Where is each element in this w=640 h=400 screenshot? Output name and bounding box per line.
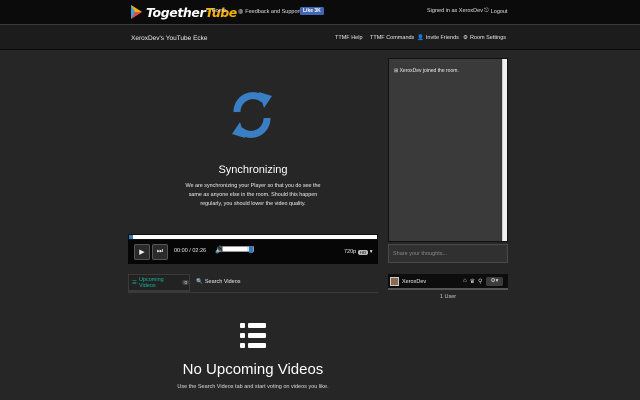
sync-icon [232, 92, 272, 138]
empty-state-text: Use the Search Videos tab and start voti… [177, 384, 329, 390]
ttmf-commands-link[interactable]: TTMF Commands [370, 35, 414, 41]
chat-scrollbar[interactable] [502, 59, 507, 241]
list-large-icon [240, 323, 266, 348]
volume-handle[interactable] [249, 246, 253, 253]
room-header: XeroxDev's YouTube Ecke TTMF Help TTMF C… [0, 24, 640, 50]
avatar [390, 277, 399, 286]
sync-description: We are synchronizing your Player so that… [185, 183, 321, 207]
user-count: 1 User [439, 294, 457, 300]
timecode: 00:00 / 02:26 [174, 248, 207, 254]
volume-fill [223, 247, 247, 251]
user-role-icons: ⌂ ♛ ⚲ [463, 278, 482, 285]
top-navbar: TogetherTube ⌂ Home ◍ Feedback and Suppo… [0, 0, 640, 24]
skip-button[interactable]: ⏭ [152, 244, 168, 260]
gear-icon: ⚙ [463, 35, 468, 41]
play-button[interactable]: ▶ [134, 244, 150, 260]
crown-icon: ♛ [469, 279, 476, 285]
tab-upcoming-videos[interactable]: ☰ Upcoming Videos 0 [128, 274, 190, 292]
logout-link[interactable]: ⎋ Logout [484, 8, 508, 15]
facebook-like-button[interactable]: Like 3K [300, 7, 324, 15]
user-menu-button[interactable]: ⚙▾ [486, 277, 503, 286]
caret-down-icon: ▾ [369, 249, 373, 255]
info-icon: ⊞ [394, 68, 399, 74]
room-settings-link[interactable]: ⚙ Room Settings [463, 35, 506, 41]
user-plus-icon: 👤 [417, 35, 424, 41]
empty-state-title: No Upcoming Videos [182, 361, 324, 378]
list-icon: ☰ [132, 279, 137, 286]
house-icon: ⌂ [463, 278, 467, 284]
upcoming-count-badge: 0 [182, 280, 189, 285]
progress-fill [129, 235, 133, 239]
tab-divider [128, 292, 378, 293]
sync-title: Synchronizing [218, 164, 288, 176]
signed-in-label: Signed in as XeroxDev [427, 8, 483, 14]
nav-home-link[interactable]: ⌂ Home [206, 8, 226, 14]
invite-friends-link[interactable]: 👤 Invite Friends [417, 35, 459, 41]
player-controls: ▶ ⏭ 00:00 / 02:26 🔊 720p HD ▾ [128, 240, 378, 264]
tab-search-videos[interactable]: 🔍 Search Videos [196, 279, 241, 285]
search-icon: 🔍 [196, 279, 203, 285]
pin-icon: ⚲ [478, 279, 483, 285]
nav-feedback-link[interactable]: ◍ Feedback and Support [238, 8, 301, 16]
room-title: XeroxDev's YouTube Ecke [131, 35, 208, 42]
quality-selector[interactable]: 720p HD ▾ [344, 249, 373, 255]
logout-icon: ⎋ [484, 8, 489, 14]
home-icon: ⌂ [206, 8, 210, 14]
ttmf-help-link[interactable]: TTMF Help [335, 35, 363, 41]
user-name: XeroxDev [402, 279, 427, 285]
skip-forward-icon: ⏭ [156, 248, 164, 255]
chat-panel: ⊞ XeroxDev joined the room. [388, 58, 508, 242]
play-logo-icon [131, 5, 142, 19]
play-icon: ▶ [139, 249, 145, 256]
chat-input[interactable] [388, 244, 508, 263]
volume-slider[interactable] [222, 246, 254, 253]
chat-message: ⊞ XeroxDev joined the room. [394, 68, 459, 74]
globe-icon: ◍ [238, 9, 244, 15]
user-list-item: XeroxDev ⌂ ♛ ⚲ ⚙▾ [388, 274, 508, 290]
